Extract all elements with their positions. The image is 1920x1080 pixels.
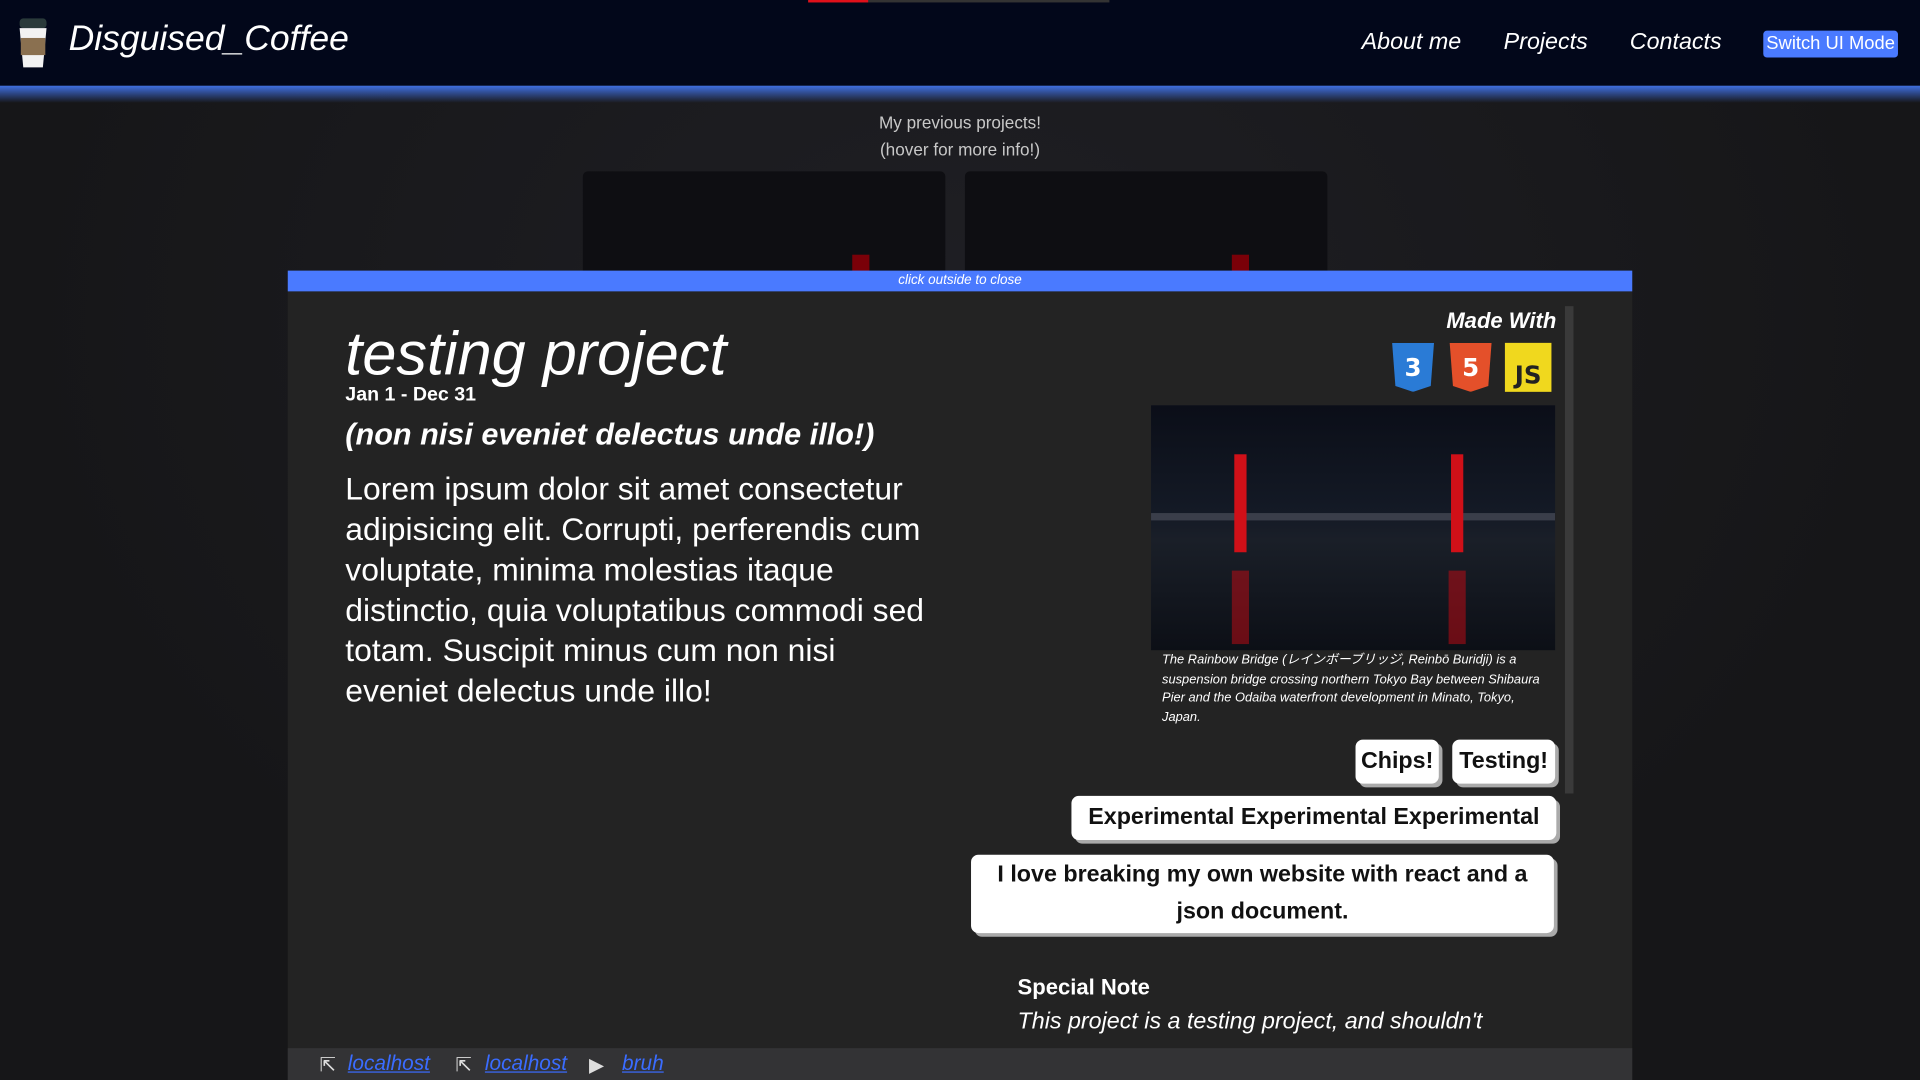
project-description: Lorem ipsum dolor sit amet consectetur a… xyxy=(345,470,925,709)
project-title: testing project xyxy=(345,319,727,389)
close-hint-bar[interactable]: click outside to close xyxy=(287,270,1633,292)
project-date: Jan 1 - Dec 31 xyxy=(345,384,477,406)
chip: Experimental Experimental Experimental xyxy=(1071,795,1557,841)
footer-link[interactable]: localhost xyxy=(348,1052,430,1076)
chip: Chips! xyxy=(1355,739,1439,784)
modal-footer: ⇱ localhost ⇱ localhost ▶ bruh xyxy=(287,1048,1633,1080)
coffee-cup-logo-icon[interactable] xyxy=(15,16,52,70)
javascript-icon: JS xyxy=(1504,342,1552,392)
nav-divider xyxy=(0,85,1920,103)
scrollbar[interactable] xyxy=(1564,306,1574,794)
chip: I love breaking my own website with reac… xyxy=(971,854,1554,934)
rainbow-bridge-image xyxy=(1151,405,1556,651)
project-card[interactable] xyxy=(582,171,946,282)
projects-hint: (hover for more info!) xyxy=(879,139,1041,160)
image-caption: The Rainbow Bridge (レインボーブリッジ, Reinbō Bu… xyxy=(1162,652,1540,725)
external-link-icon: ⇱ xyxy=(319,1053,337,1077)
top-nav: Disguised_Coffee About me Projects Conta… xyxy=(0,0,1920,86)
made-with-label: Made With xyxy=(1446,308,1557,334)
footer-link[interactable]: bruh xyxy=(622,1052,664,1076)
nav-contacts[interactable]: Contacts xyxy=(1630,29,1722,56)
projects-title: My previous projects! xyxy=(879,112,1041,133)
project-card[interactable] xyxy=(964,171,1328,282)
html5-icon: 5 xyxy=(1449,342,1492,392)
special-note-heading: Special Note xyxy=(1017,974,1150,1000)
nav-projects[interactable]: Projects xyxy=(1504,29,1588,56)
project-modal: testing project Jan 1 - Dec 31 (non nisi… xyxy=(287,291,1633,1080)
switch-ui-mode-button[interactable]: Switch UI Mode xyxy=(1763,30,1898,58)
projects-heading: My previous projects! (hover for more in… xyxy=(0,109,1920,163)
chip: Testing! xyxy=(1452,739,1556,784)
footer-link[interactable]: localhost xyxy=(485,1052,567,1076)
loading-progress-bar xyxy=(808,0,1110,3)
page: Disguised_Coffee About me Projects Conta… xyxy=(0,0,1920,1080)
project-subtitle: (non nisi eveniet delectus unde illo!) xyxy=(345,417,875,452)
nav-about-me[interactable]: About me xyxy=(1362,29,1462,56)
external-link-icon: ⇱ xyxy=(455,1053,472,1077)
brand-title[interactable]: Disguised_Coffee xyxy=(69,20,349,60)
special-note-text: This project is a testing project, and s… xyxy=(1017,1008,1483,1035)
css3-icon: 3 xyxy=(1392,342,1435,392)
video-icon: ▶ xyxy=(588,1053,605,1077)
